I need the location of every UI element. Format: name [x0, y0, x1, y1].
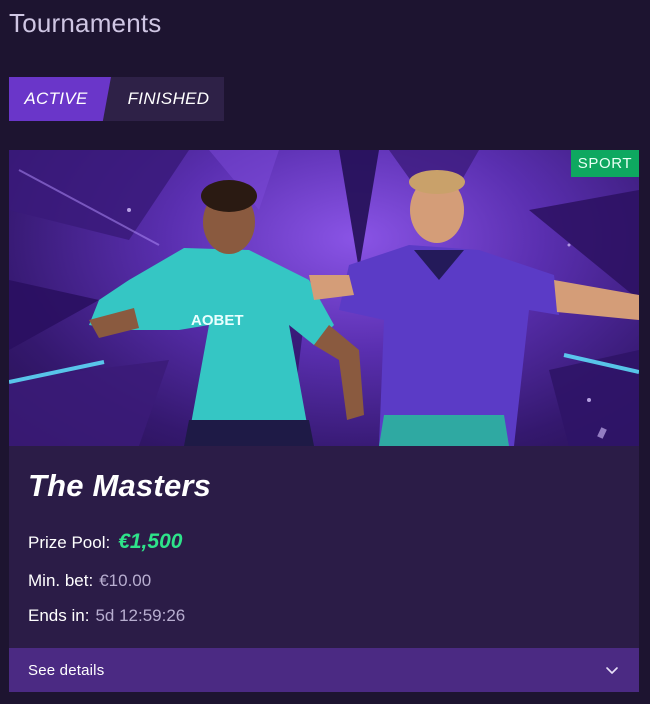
banner-illustration: AOBET	[9, 150, 639, 446]
tournaments-page: Tournaments ACTIVE FINISHED AOBET SPORT …	[0, 0, 650, 704]
prize-pool-row: Prize Pool: €1,500	[28, 530, 182, 554]
page-title: Tournaments	[9, 8, 162, 38]
tournament-banner-image[interactable]: AOBET SPORT	[9, 150, 639, 446]
ends-in-label: Ends in:	[28, 606, 90, 625]
see-details-label: See details	[28, 661, 105, 679]
tournament-card[interactable]: AOBET SPORT The Masters Prize Pool: €1,5…	[9, 150, 639, 692]
prize-pool-label: Prize Pool:	[28, 533, 111, 552]
min-bet-label: Min. bet:	[28, 571, 94, 590]
tournament-name: The Masters	[28, 468, 212, 503]
sport-badge: SPORT	[571, 150, 639, 177]
shirt-text: AOBET	[191, 312, 244, 329]
min-bet-value: €10.00	[99, 571, 152, 590]
tab-active[interactable]: ACTIVE	[9, 77, 111, 121]
see-details-button[interactable]: See details	[9, 648, 639, 692]
ends-in-countdown: 5d 12:59:26	[95, 606, 186, 625]
ends-in-row: Ends in: 5d 12:59:26	[28, 606, 185, 626]
min-bet-row: Min. bet: €10.00	[28, 571, 151, 591]
chevron-down-icon[interactable]	[605, 663, 619, 677]
tab-finished[interactable]: FINISHED	[113, 77, 224, 121]
tournament-tabs: ACTIVE FINISHED	[9, 77, 224, 121]
prize-pool-value: €1,500	[118, 530, 183, 553]
